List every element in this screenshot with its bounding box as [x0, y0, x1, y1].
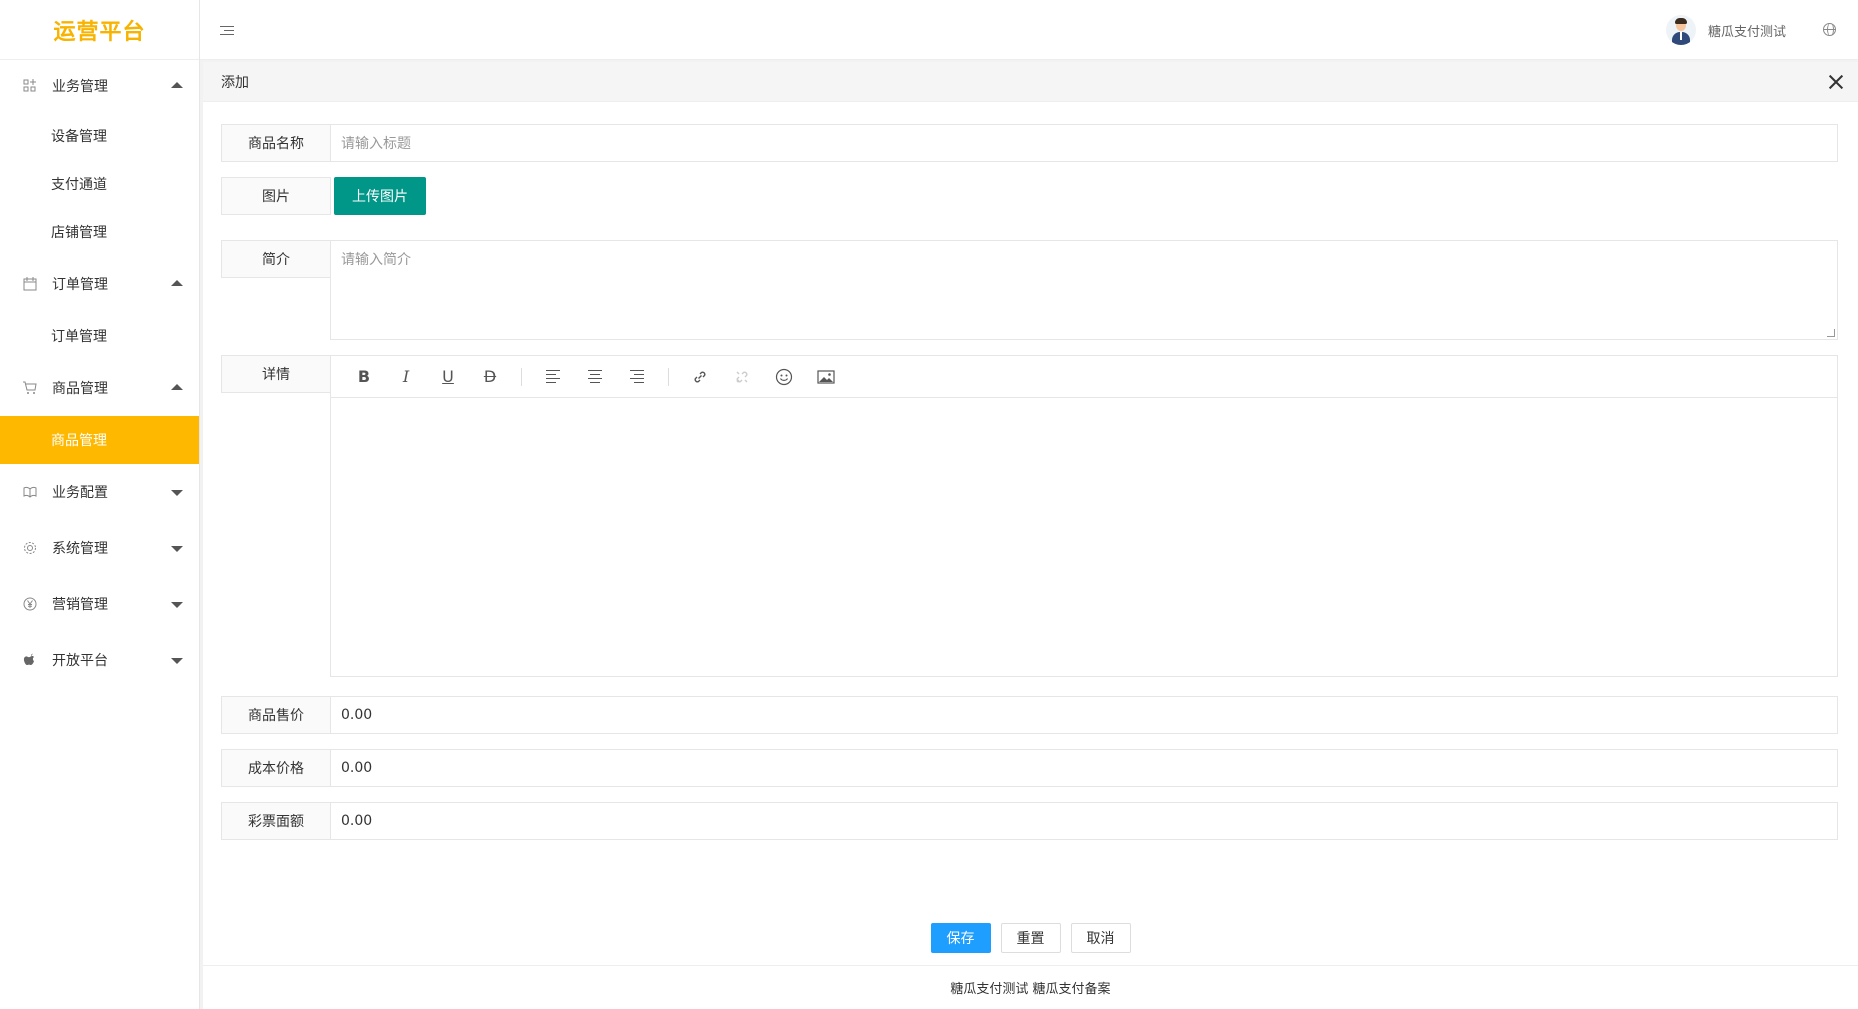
sidebar-group-label: 业务配置	[52, 485, 108, 501]
field-label: 彩票面额	[221, 802, 331, 840]
field-label: 详情	[221, 355, 331, 393]
menu-toggle-icon[interactable]	[220, 20, 236, 40]
field-label: 简介	[221, 240, 331, 278]
bold-icon[interactable]: B	[343, 356, 385, 398]
upload-image-button[interactable]: 上传图片	[334, 177, 426, 215]
book-icon	[22, 484, 38, 500]
rich-text-editor: B I U D	[330, 355, 1838, 677]
sidebar-item-products[interactable]: 商品管理	[0, 416, 199, 464]
sidebar-menu: 业务管理 设备管理 支付通道 店铺管理 订单管理 订单管理 商品管理 商品管理	[0, 60, 199, 688]
sidebar-group-business-config[interactable]: 业务配置	[0, 464, 199, 520]
chevron-down-icon	[171, 602, 183, 608]
sidebar-item-orders[interactable]: 订单管理	[0, 312, 199, 360]
reset-button[interactable]: 重置	[1000, 923, 1061, 953]
page-footer: 糖瓜支付测试 糖瓜支付备案	[203, 965, 1858, 1009]
sidebar-item-payment-channel[interactable]: 支付通道	[0, 160, 199, 208]
toolbar-divider	[521, 367, 522, 386]
unlink-icon[interactable]	[721, 356, 763, 398]
sidebar-group-label: 营销管理	[52, 597, 108, 613]
avatar	[1665, 15, 1696, 45]
cancel-button[interactable]: 取消	[1070, 923, 1131, 953]
apple-icon	[22, 652, 38, 668]
sidebar-group-system[interactable]: 系统管理	[0, 520, 199, 576]
italic-icon[interactable]: I	[385, 356, 427, 398]
chevron-down-icon	[171, 490, 183, 496]
field-label: 成本价格	[221, 749, 331, 787]
dialog-title: 添加	[221, 74, 249, 91]
toolbar-divider	[668, 367, 669, 386]
sidebar-group-label: 业务管理	[52, 79, 108, 95]
save-button[interactable]: 保存	[930, 923, 991, 953]
strikethrough-icon[interactable]: D	[469, 356, 511, 398]
product-name-input[interactable]: 请输入标题	[330, 124, 1838, 162]
gear-icon	[22, 540, 38, 556]
image-icon[interactable]	[805, 356, 847, 398]
app-logo: 运营平台	[0, 0, 199, 60]
intro-placeholder: 请输入简介	[341, 252, 411, 268]
link-icon[interactable]	[679, 356, 721, 398]
resize-handle-icon[interactable]	[1827, 329, 1835, 337]
price-input[interactable]: 0.00	[330, 696, 1838, 734]
cart-icon	[22, 380, 38, 396]
editor-content-area[interactable]	[331, 398, 1837, 676]
chevron-up-icon	[171, 82, 183, 88]
sidebar-group-label: 系统管理	[52, 541, 108, 557]
align-right-icon[interactable]	[616, 356, 658, 398]
sidebar-item-store[interactable]: 店铺管理	[0, 208, 199, 256]
chevron-up-icon	[171, 384, 183, 390]
yen-icon	[22, 596, 38, 612]
field-label: 商品售价	[221, 696, 331, 734]
sidebar-item-device[interactable]: 设备管理	[0, 112, 199, 160]
globe-icon[interactable]	[1823, 23, 1836, 36]
sidebar-group-marketing[interactable]: 营销管理	[0, 576, 199, 632]
emoji-icon[interactable]	[763, 356, 805, 398]
sidebar-group-products[interactable]: 商品管理	[0, 360, 199, 416]
editor-toolbar: B I U D	[331, 356, 1837, 398]
grid-plus-icon	[22, 78, 38, 94]
sidebar-group-orders[interactable]: 订单管理	[0, 256, 199, 312]
user-menu[interactable]: 糖瓜支付测试	[1665, 15, 1786, 45]
chevron-down-icon	[171, 658, 183, 664]
sidebar-group-label: 订单管理	[52, 277, 108, 293]
user-name: 糖瓜支付测试	[1707, 24, 1786, 40]
form-actions: 保存 重置 取消	[203, 923, 1858, 953]
field-label: 图片	[221, 177, 331, 215]
align-center-icon[interactable]	[574, 356, 616, 398]
chevron-up-icon	[171, 280, 183, 286]
sidebar-group-label: 商品管理	[52, 381, 108, 397]
sidebar-group-business[interactable]: 业务管理	[0, 60, 199, 112]
sidebar-group-open-platform[interactable]: 开放平台	[0, 632, 199, 688]
sidebar-group-label: 开放平台	[52, 653, 108, 669]
lottery-input[interactable]: 0.00	[330, 802, 1838, 840]
cost-input[interactable]: 0.00	[330, 749, 1838, 787]
calendar-icon	[22, 276, 38, 292]
align-left-icon[interactable]	[532, 356, 574, 398]
intro-textarea[interactable]: 请输入简介	[330, 240, 1838, 340]
top-header: 糖瓜支付测试	[200, 0, 1858, 60]
sidebar: 运营平台 业务管理 设备管理 支付通道 店铺管理 订单管理 订单管理 商品管理	[0, 0, 200, 1009]
underline-icon[interactable]: U	[427, 356, 469, 398]
close-icon[interactable]	[1828, 74, 1844, 90]
field-label: 商品名称	[221, 124, 331, 162]
add-product-dialog: 添加 商品名称 请输入标题 图片 上传图片 简介 请输入简介 详情 B I U …	[203, 62, 1858, 1009]
dialog-header: 添加	[203, 62, 1858, 102]
chevron-down-icon	[171, 546, 183, 552]
